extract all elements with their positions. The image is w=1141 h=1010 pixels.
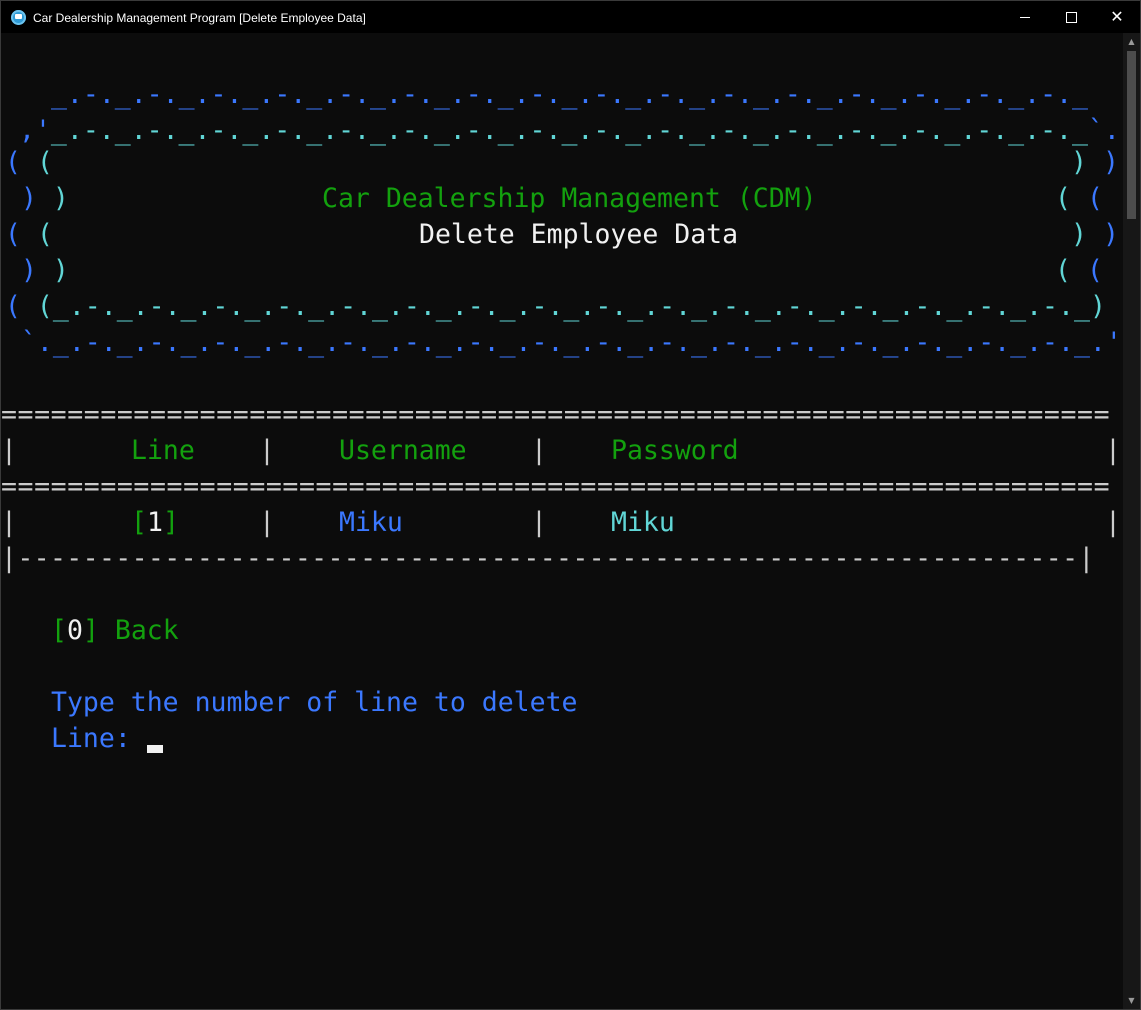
vertical-scrollbar[interactable]: ▲ ▼ (1123, 33, 1140, 1009)
banner-edge-right-1: ) ) (1071, 147, 1119, 178)
banner-border-top: _.-._.-._.-._.-._.-._.-._.-._.-._.-._.-.… (35, 79, 1088, 110)
table-row-line-number: [1] (131, 507, 179, 538)
close-icon: ✕ (1110, 7, 1124, 26)
banner-edge-right-3: ) ) (1071, 219, 1119, 250)
banner-edge-left-2: ) ) (20, 183, 69, 214)
minimize-button[interactable] (1002, 1, 1048, 33)
maximize-button[interactable] (1048, 1, 1094, 33)
menu-back-option[interactable]: [0] Back (51, 613, 179, 649)
scroll-down-arrow-icon[interactable]: ▼ (1123, 992, 1140, 1009)
table-header-pipe-left: | (1, 435, 17, 466)
minimize-icon (1020, 16, 1030, 18)
text-cursor (147, 745, 163, 753)
table-row-pipe-1: | (259, 507, 275, 538)
table-header-pipe-2: | (531, 435, 547, 466)
banner-edge-right-4: ( ( (1055, 255, 1103, 286)
table-row-username: Miku (339, 507, 403, 538)
table-row-pipe-right: | (1105, 507, 1121, 538)
window-title: Car Dealership Management Program [Delet… (33, 11, 366, 25)
close-button[interactable]: ✕ (1094, 1, 1140, 33)
banner-border-row2: ,'_.-._.-._.-._.-._.-._.-._.-._.-._.-._.… (19, 115, 1120, 146)
console-window: Car Dealership Management Program [Delet… (0, 0, 1141, 1010)
console-output[interactable]: _.-._.-._.-._.-._.-._.-._.-._.-._.-._.-.… (1, 33, 1123, 1009)
table-rule-header: ========================================… (1, 471, 1111, 502)
table-rule-bottom: |---------------------------------------… (1, 543, 1095, 574)
prompt-label: Line: (51, 723, 131, 754)
banner-edge-left-3: ( ( (5, 219, 53, 250)
banner-edge-right-2: ( ( (1055, 183, 1103, 214)
scroll-up-arrow-icon[interactable]: ▲ (1123, 33, 1140, 50)
prompt-instruction: Type the number of line to delete (51, 687, 578, 718)
scrollbar-thumb[interactable] (1127, 51, 1136, 219)
table-header-username: Username (339, 435, 467, 466)
maximize-icon (1065, 11, 1077, 23)
title-bar[interactable]: Car Dealership Management Program [Delet… (1, 1, 1140, 33)
table-row-pipe-2: | (531, 507, 547, 538)
table-header-pipe-1: | (259, 435, 275, 466)
table-row-password: Miku (611, 507, 675, 538)
table-header-pipe-right: | (1105, 435, 1121, 466)
app-console-icon (11, 10, 26, 25)
banner-border-row7: ( (_.-._.-._.-._.-._.-._.-._.-._.-._.-._… (5, 291, 1123, 322)
banner-border-bottom: `._.-._.-._.-._.-._.-._.-._.-._.-._.-._.… (5, 327, 1122, 358)
banner-title: Car Dealership Management (CDM) (322, 183, 817, 214)
table-header-password: Password (611, 435, 739, 466)
banner-edge-left-1: ( ( (5, 147, 53, 178)
banner-subtitle: Delete Employee Data (419, 219, 739, 250)
table-row-pipe-left: | (1, 507, 17, 538)
table-header-line: Line (131, 435, 195, 466)
table-rule-top: ========================================… (1, 399, 1111, 430)
banner-edge-left-4: ) ) (20, 255, 69, 286)
